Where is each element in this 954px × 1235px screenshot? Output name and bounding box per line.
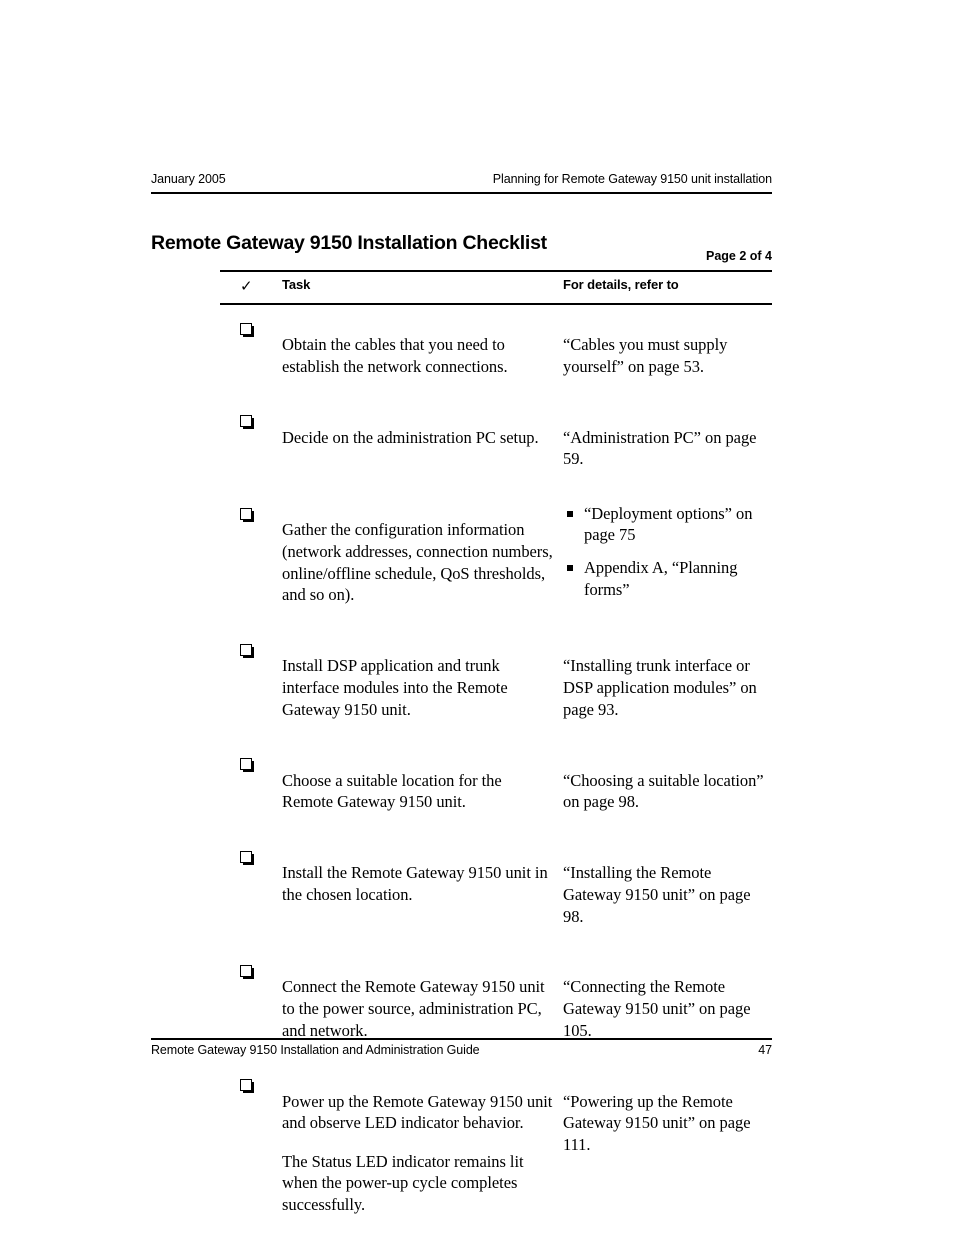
table-body: Obtain the cables that you need to estab…	[220, 305, 772, 1235]
row-task-cell: Gather the configuration information (ne…	[282, 503, 563, 623]
header-date: January 2005	[151, 172, 226, 186]
task-text: Install DSP application and trunk interf…	[282, 656, 508, 719]
checkbox-icon[interactable]	[240, 322, 254, 337]
table-row: Install the Remote Gateway 9150 unit in …	[220, 846, 772, 960]
footer-page-number: 47	[758, 1043, 772, 1057]
task-text: Gather the configuration information (ne…	[282, 520, 553, 605]
row-reference-cell: “Cables you must supply yourself” on pag…	[563, 318, 772, 395]
reference-text: “Connecting the Remote Gateway 9150 unit…	[563, 977, 751, 1040]
square-bullet-icon	[567, 510, 573, 517]
reference-text: “Powering up the Remote Gateway 9150 uni…	[563, 1091, 751, 1155]
checkbox-icon[interactable]	[240, 964, 254, 979]
reference-text: “Deployment options” on page 75	[584, 503, 753, 545]
square-bullet-icon	[567, 565, 573, 572]
reference-text: “Administration PC” on page 59.	[563, 427, 757, 469]
reference-text: Appendix A, “Planning forms”	[584, 558, 738, 599]
task-text: Decide on the administration PC setup.	[282, 427, 539, 447]
table-header-row: ✓ Task For details, refer to	[220, 272, 772, 303]
row-check-cell[interactable]	[220, 639, 282, 663]
row-reference-cell: “Choosing a suitable location” on page 9…	[563, 753, 772, 830]
reference-bullet-list: “Deployment options” on page 75 Appendix…	[563, 503, 772, 601]
row-check-cell[interactable]	[220, 846, 282, 870]
row-reference-cell: “Installing trunk interface or DSP appli…	[563, 639, 772, 737]
running-header: January 2005 Planning for Remote Gateway…	[151, 172, 772, 186]
column-header-check: ✓	[220, 278, 282, 296]
footer-guide-title: Remote Gateway 9150 Installation and Adm…	[151, 1043, 480, 1057]
footer-rule	[151, 1038, 772, 1040]
row-reference-cell: “Powering up the Remote Gateway 9150 uni…	[563, 1074, 772, 1172]
reference-text: “Installing the Remote Gateway 9150 unit…	[563, 863, 751, 926]
reference-text: “Cables you must supply yourself” on pag…	[563, 335, 728, 376]
checkbox-icon[interactable]	[240, 643, 254, 658]
list-item: “Deployment options” on page 75	[563, 503, 772, 547]
row-task-cell: Choose a suitable location for the Remot…	[282, 753, 563, 830]
row-check-cell[interactable]	[220, 753, 282, 777]
row-check-cell[interactable]	[220, 960, 282, 984]
table-row: Install DSP application and trunk interf…	[220, 639, 772, 753]
row-task-cell: Power up the Remote Gateway 9150 unit an…	[282, 1074, 563, 1232]
checkbox-icon[interactable]	[240, 1079, 254, 1094]
table-row: Choose a suitable location for the Remot…	[220, 753, 772, 846]
installation-checklist-table: ✓ Task For details, refer to Obtain the …	[220, 270, 772, 1235]
list-item: Appendix A, “Planning forms”	[563, 557, 772, 601]
column-header-task: Task	[282, 277, 311, 292]
row-check-cell[interactable]	[220, 503, 282, 527]
row-check-cell[interactable]	[220, 318, 282, 342]
task-text: Install the Remote Gateway 9150 unit in …	[282, 863, 548, 904]
document-page: January 2005 Planning for Remote Gateway…	[0, 0, 954, 1235]
task-text: Obtain the cables that you need to estab…	[282, 335, 508, 376]
column-header-reference: For details, refer to	[563, 277, 679, 292]
table-row: Power up the Remote Gateway 9150 unit an…	[220, 1074, 772, 1235]
checkbox-icon[interactable]	[240, 415, 254, 430]
reference-text: “Installing trunk interface or DSP appli…	[563, 656, 757, 719]
task-text: Choose a suitable location for the Remot…	[282, 770, 502, 812]
task-text: Connect the Remote Gateway 9150 unit to …	[282, 977, 545, 1040]
checkbox-icon[interactable]	[240, 850, 254, 865]
row-check-cell[interactable]	[220, 1074, 282, 1098]
running-footer: Remote Gateway 9150 Installation and Adm…	[151, 1043, 772, 1057]
header-chapter-title: Planning for Remote Gateway 9150 unit in…	[492, 172, 772, 186]
row-reference-cell: “Installing the Remote Gateway 9150 unit…	[563, 846, 772, 944]
row-reference-cell: “Administration PC” on page 59.	[563, 410, 772, 487]
reference-text: “Choosing a suitable location” on page 9…	[563, 770, 764, 812]
task-note-text: The Status LED indicator remains lit whe…	[282, 1151, 524, 1215]
checkbox-icon[interactable]	[240, 507, 254, 522]
table-row: Obtain the cables that you need to estab…	[220, 308, 772, 411]
row-reference-cell: “Deployment options” on page 75 Appendix…	[563, 503, 772, 601]
table-row: Decide on the administration PC setup. “…	[220, 410, 772, 503]
row-task-cell: Decide on the administration PC setup.	[282, 410, 563, 465]
header-rule	[151, 192, 772, 194]
row-task-cell: Install the Remote Gateway 9150 unit in …	[282, 846, 563, 923]
page-title: Remote Gateway 9150 Installation Checkli…	[151, 232, 547, 255]
checkbox-icon[interactable]	[240, 758, 254, 773]
task-text: Power up the Remote Gateway 9150 unit an…	[282, 1091, 553, 1133]
page-indicator: Page 2 of 4	[706, 249, 772, 263]
checkmark-icon: ✓	[240, 277, 253, 295]
row-task-cell: Obtain the cables that you need to estab…	[282, 318, 563, 395]
row-task-cell: Install DSP application and trunk interf…	[282, 639, 563, 737]
table-row: Gather the configuration information (ne…	[220, 503, 772, 639]
row-check-cell[interactable]	[220, 410, 282, 434]
